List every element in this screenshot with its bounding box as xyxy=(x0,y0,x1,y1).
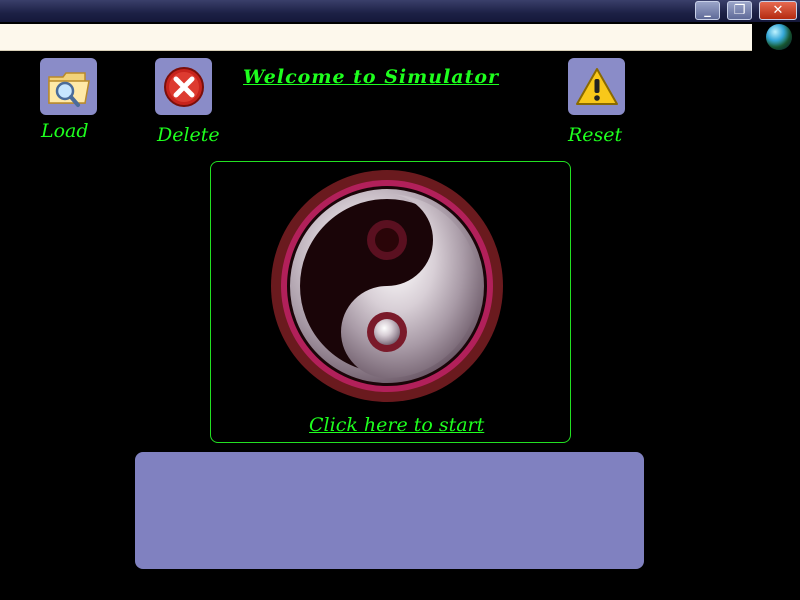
folder-search-icon xyxy=(47,71,90,107)
close-button[interactable]: ✕ xyxy=(759,1,797,20)
warning-icon xyxy=(575,67,618,105)
restore-button[interactable]: ❐ xyxy=(727,1,752,20)
reset-button[interactable] xyxy=(568,58,625,115)
delete-label[interactable]: Delete xyxy=(157,124,220,146)
load-button[interactable] xyxy=(40,58,97,115)
page-title: Welcome to Simulator xyxy=(243,66,500,88)
yin-yang-icon[interactable] xyxy=(268,167,506,405)
delete-button[interactable] xyxy=(155,58,212,115)
globe-icon[interactable] xyxy=(766,24,792,50)
address-bar[interactable] xyxy=(0,24,752,51)
load-label[interactable]: Load xyxy=(41,120,89,142)
delete-x-icon xyxy=(163,66,204,107)
minimize-button[interactable]: _ xyxy=(695,1,720,20)
start-link[interactable]: Click here to start xyxy=(309,414,484,436)
info-panel xyxy=(135,452,644,569)
reset-label[interactable]: Reset xyxy=(568,124,622,146)
title-bar xyxy=(0,0,800,22)
